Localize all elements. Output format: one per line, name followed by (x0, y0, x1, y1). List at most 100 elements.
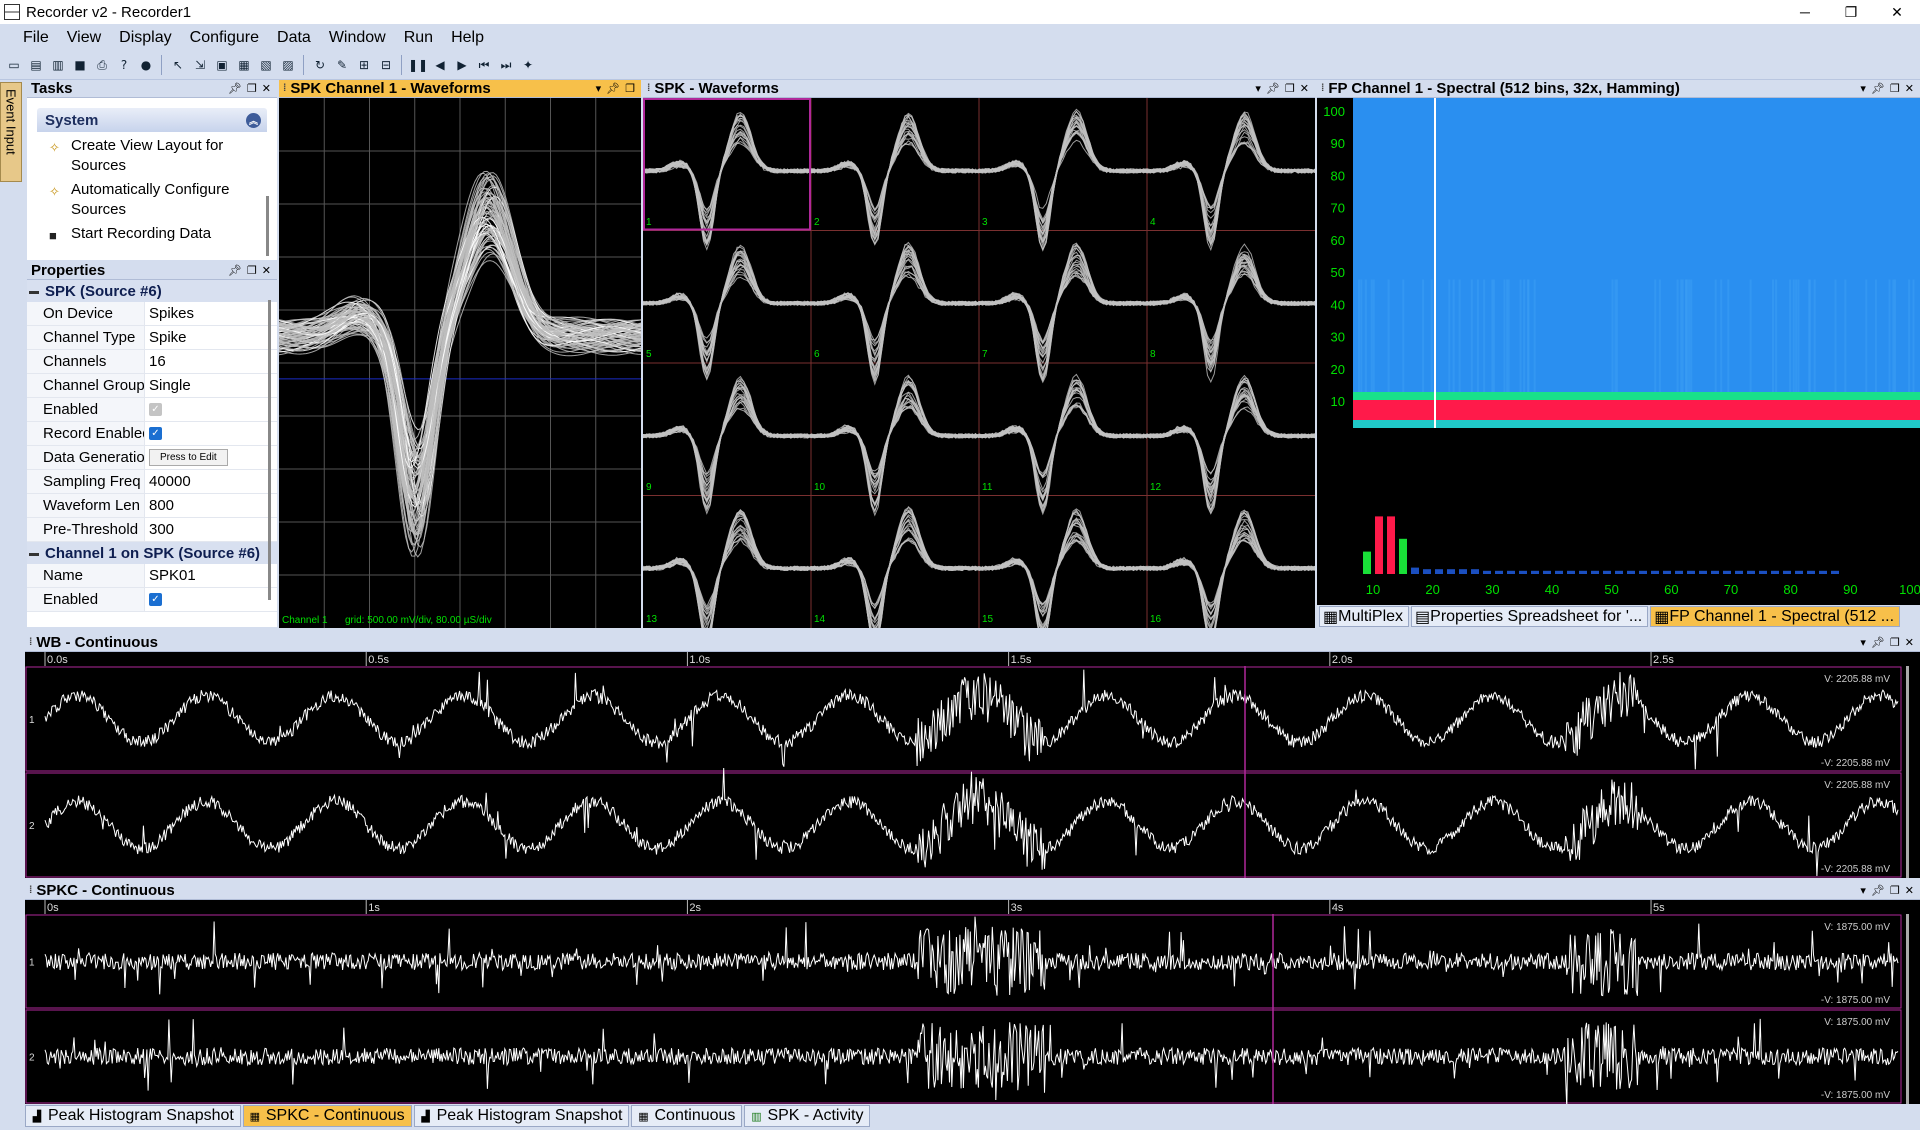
property-row[interactable]: On Device Spikes (27, 302, 277, 326)
menu-configure[interactable]: Configure (181, 29, 268, 47)
close-icon[interactable]: ✕ (262, 82, 271, 95)
property-value[interactable]: 300 (145, 518, 277, 541)
forward-icon[interactable]: ▶ (452, 55, 472, 75)
channel-enabled-checkbox[interactable]: ✓ (149, 593, 162, 606)
menu-data[interactable]: Data (268, 29, 320, 47)
pin-icon[interactable]: 📌︎ (1871, 884, 1885, 897)
spkc-trace-plot[interactable]: 0s 1s 2s 3s 4s 5s 1 V: 1875.00 mV -V: 1875.00 mV… (25, 900, 1920, 1104)
mode-icon[interactable]: ✎ (332, 55, 352, 75)
waveforms-grid-plot[interactable] (643, 98, 1315, 628)
mode-opt-icon[interactable]: ⊟ (376, 55, 396, 75)
close-icon[interactable]: ✕ (262, 264, 271, 277)
restore-icon[interactable]: ❐ (625, 82, 635, 95)
restore-icon[interactable]: ❐ (1890, 884, 1900, 897)
press-to-edit-button[interactable]: Press to Edit (149, 449, 228, 466)
property-value[interactable]: Single (145, 374, 277, 397)
spectrogram-plot[interactable]: 100 90 80 70 60 50 40 30 20 10 10 20 30 40 50 60 70 80 90 1… (1317, 98, 1920, 603)
pause-icon[interactable]: ❚❚ (408, 55, 428, 75)
close-icon[interactable]: ✕ (1300, 82, 1309, 95)
tab-spk-activity[interactable]: ▥ SPK - Activity (744, 1105, 871, 1127)
collapse-icon[interactable]: ▬ (29, 548, 39, 559)
open-folder-icon[interactable]: ▥ (48, 55, 68, 75)
property-value[interactable]: Spike (145, 326, 277, 349)
open-icon[interactable]: ▤ (26, 55, 46, 75)
collapse-icon[interactable]: ▬ (29, 286, 39, 297)
property-row[interactable]: Sampling Freq 40000 (27, 470, 277, 494)
restore-icon[interactable]: ❐ (1890, 636, 1900, 649)
property-row[interactable]: Enabled ✓ (27, 588, 277, 612)
tab-peak-histogram-1[interactable]: ▟ Peak Histogram Snapshot (25, 1105, 241, 1127)
property-row[interactable]: Data Generation Press to Edit (27, 446, 277, 470)
property-value[interactable]: SPK01 (145, 564, 277, 587)
dropdown-icon[interactable]: ▾ (1860, 884, 1866, 897)
connect-icon[interactable]: ⇲ (190, 55, 210, 75)
waveform-plot[interactable] (279, 98, 641, 628)
dropdown-icon[interactable]: ▾ (1860, 636, 1866, 649)
maximize-button[interactable]: ❐ (1828, 0, 1874, 24)
new-icon[interactable]: ▭ (4, 55, 24, 75)
collapse-icon[interactable]: ︽ (246, 112, 261, 128)
pin-icon[interactable]: 📌︎ (228, 264, 242, 277)
restore-icon[interactable]: ❐ (247, 82, 257, 95)
property-row[interactable]: Record Enabled ✓ (27, 422, 277, 446)
dropdown-icon[interactable]: ▾ (1860, 82, 1866, 95)
property-value[interactable]: 16 (145, 350, 277, 373)
property-row[interactable]: Waveform Len 800 (27, 494, 277, 518)
tab-properties-spreadsheet[interactable]: ▤ Properties Spreadsheet for '... (1411, 606, 1649, 627)
about-icon[interactable]: ● (136, 55, 156, 75)
task-start-recording[interactable]: ■ Start Recording Data (27, 220, 267, 244)
property-row[interactable]: Channels 16 (27, 350, 277, 374)
close-button[interactable]: ✕ (1874, 0, 1920, 24)
cursor-icon[interactable]: ↻ (310, 55, 330, 75)
back-icon[interactable]: ◀ (430, 55, 450, 75)
dropdown-icon[interactable]: ▾ (596, 82, 602, 95)
spark-icon[interactable]: ✦ (518, 55, 538, 75)
property-row[interactable]: Channel Type Spike (27, 326, 277, 350)
tab-peak-histogram-2[interactable]: ▟ Peak Histogram Snapshot (413, 1105, 630, 1127)
property-value[interactable]: Spikes (145, 302, 277, 325)
help-icon[interactable]: ? (114, 55, 134, 75)
dropdown-icon[interactable]: ▾ (1255, 82, 1261, 95)
properties-scrollbar[interactable] (268, 300, 271, 600)
pin-icon[interactable]: 📌︎ (1266, 82, 1280, 95)
pin-icon[interactable]: 📌︎ (228, 82, 242, 95)
record-enabled-checkbox[interactable]: ✓ (149, 427, 162, 440)
close-icon[interactable]: ✕ (1905, 82, 1914, 95)
event-input-tab[interactable]: Event Input (0, 82, 22, 182)
menu-file[interactable]: File (14, 29, 58, 47)
source-icon[interactable]: ▣ (212, 55, 232, 75)
property-row[interactable]: Channel Group Single (27, 374, 277, 398)
property-row[interactable]: Name SPK01 (27, 564, 277, 588)
close-icon[interactable]: ✕ (1905, 636, 1914, 649)
property-row[interactable]: Pre-Threshold 300 (27, 518, 277, 542)
tab-continuous[interactable]: ▦ Continuous (631, 1105, 743, 1127)
restore-icon[interactable]: ❐ (1285, 82, 1295, 95)
save-icon[interactable]: ■ (70, 55, 90, 75)
pin-icon[interactable]: 📌︎ (606, 82, 620, 95)
pin-icon[interactable]: 📌︎ (1871, 636, 1885, 649)
step-back-icon[interactable]: ⏮ (474, 55, 494, 75)
property-value[interactable]: 800 (145, 494, 277, 517)
property-value[interactable]: 40000 (145, 470, 277, 493)
property-row[interactable]: Enabled ✓ (27, 398, 277, 422)
pointer-icon[interactable]: ↖ (168, 55, 188, 75)
tasks-scrollbar[interactable] (266, 196, 269, 256)
system-section[interactable]: System ︽ (37, 108, 267, 132)
pin-icon[interactable]: 📌︎ (1871, 82, 1885, 95)
print-icon[interactable]: ⎙ (92, 55, 112, 75)
property-category[interactable]: ▬ SPK (Source #6) (27, 280, 277, 302)
mode-alt-icon[interactable]: ⊞ (354, 55, 374, 75)
minimize-button[interactable]: ─ (1782, 0, 1828, 24)
close-icon[interactable]: ✕ (1905, 884, 1914, 897)
menu-help[interactable]: Help (442, 29, 493, 47)
property-category[interactable]: ▬ Channel 1 on SPK (Source #6) (27, 542, 277, 564)
menu-view[interactable]: View (58, 29, 110, 47)
restore-icon[interactable]: ❐ (1890, 82, 1900, 95)
device-icon[interactable]: ▦ (234, 55, 254, 75)
task-auto-configure[interactable]: ✧ Automatically Configure Sources (27, 176, 267, 220)
layout-icon[interactable]: ▧ (256, 55, 276, 75)
menu-display[interactable]: Display (110, 29, 180, 47)
task-create-layout[interactable]: ✧ Create View Layout for Sources (27, 132, 267, 176)
tab-spkc-continuous[interactable]: ▦ SPKC - Continuous (242, 1105, 412, 1127)
menu-window[interactable]: Window (320, 29, 395, 47)
